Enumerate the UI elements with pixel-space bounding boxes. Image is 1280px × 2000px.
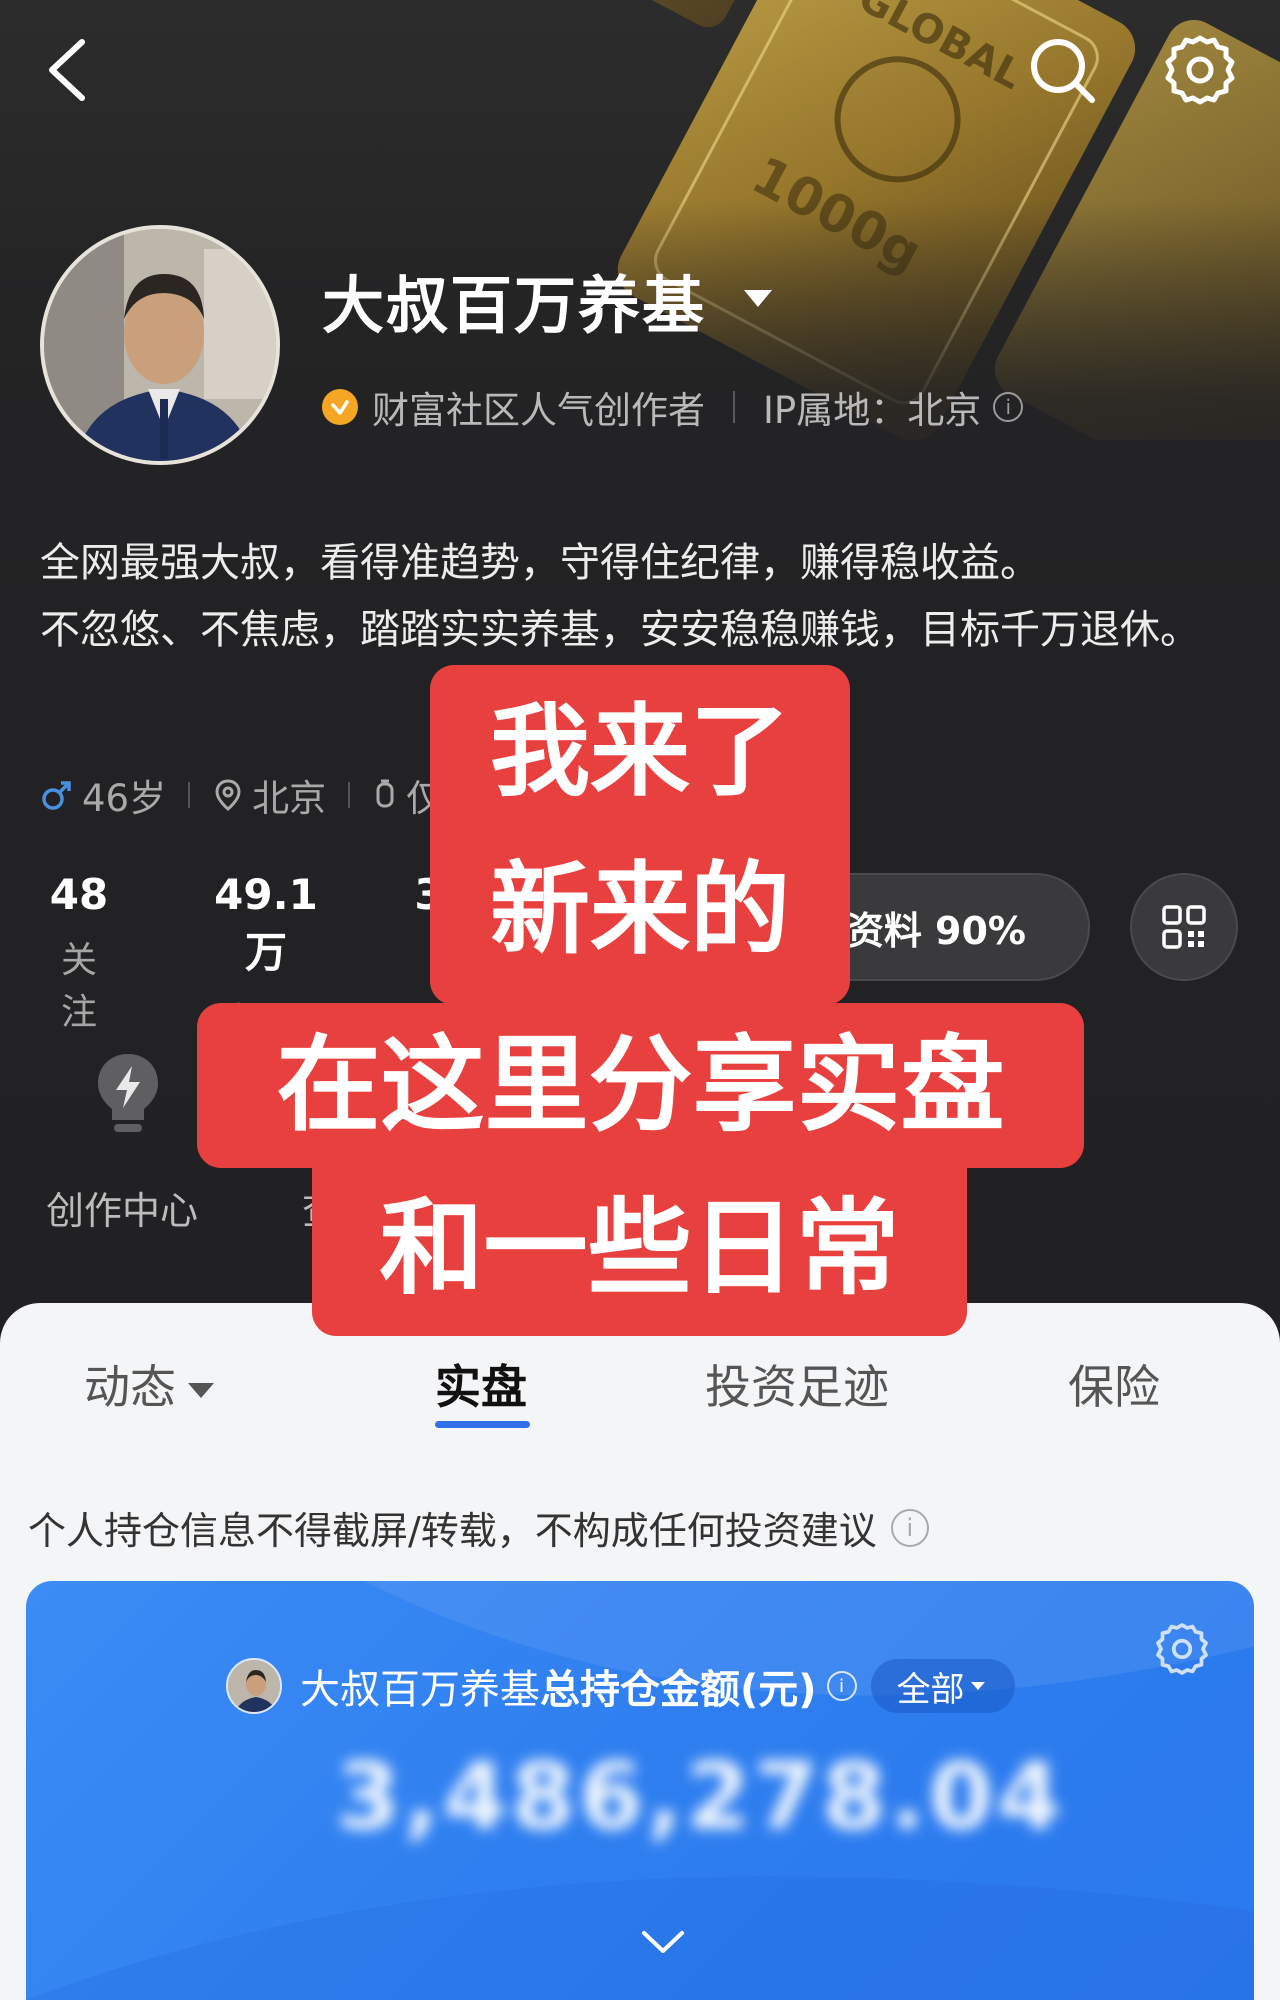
creator-badge-row: 财富社区人气创作者 IP属地：北京 i: [322, 385, 1024, 432]
city: 北京: [252, 777, 327, 820]
bio-line: 不忽悠、不焦虑，踏踏实实养基，安安稳稳赚钱，目标千万退休。: [40, 607, 1200, 653]
divider: [348, 782, 351, 808]
male-icon: [42, 781, 71, 810]
profile-meta-row: 46岁 北京 仅: [40, 770, 443, 820]
chevron-down-icon: [970, 1682, 985, 1690]
scope-selector[interactable]: 全部: [870, 1659, 1015, 1713]
tab-investment-footprint[interactable]: 投资足迹: [705, 1351, 889, 1417]
info-icon[interactable]: i: [890, 1508, 929, 1547]
holdings-title-row: 大叔百万养基 总持仓金额(元) i 全部: [226, 1656, 1015, 1716]
age: 46岁: [82, 777, 167, 820]
holdings-owner: 大叔百万养基: [300, 1667, 540, 1713]
disclaimer-text: 个人持仓信息不得截屏/转载，不构成任何投资建议: [28, 1509, 877, 1553]
followers-count: 49.1万: [214, 870, 318, 977]
active-tab-indicator: [435, 1421, 530, 1428]
content-sheet: 动态 实盘 投资足迹 保险 个人持仓信息不得截屏/转载，不构成任何投资建议 i …: [0, 1303, 1280, 2000]
qr-code-icon: [1162, 905, 1206, 949]
divider: [733, 391, 735, 423]
tab-label: 动态: [84, 1360, 176, 1414]
expand-chevron-icon[interactable]: [638, 1927, 688, 1957]
bio-line: 全网最强大叔，看得准趋势，守得住纪律，赚得稳收益。: [40, 540, 1040, 586]
following-label: 关注: [60, 940, 97, 1033]
card-settings-icon[interactable]: [1152, 1619, 1212, 1679]
tab-portfolio[interactable]: 实盘: [435, 1351, 527, 1417]
ip-location: IP属地：北京: [763, 389, 982, 432]
caption-line: 新来的: [490, 851, 790, 968]
settings-icon[interactable]: [1160, 30, 1240, 110]
lightbulb-icon[interactable]: [92, 1050, 164, 1136]
caption-line: 我来了: [490, 693, 790, 810]
creator-title: 财富社区人气创作者: [372, 389, 705, 432]
tab-dynamics[interactable]: 动态: [84, 1351, 214, 1417]
username[interactable]: 大叔百万养基: [322, 255, 706, 345]
scope-label: 全部: [896, 1669, 965, 1710]
info-icon[interactable]: i: [993, 392, 1024, 422]
bio: 全网最强大叔，看得准趋势，守得住纪律，赚得稳收益。 不忽悠、不焦虑，踏踏实实养基…: [40, 530, 1250, 664]
location-icon: [215, 779, 241, 811]
avatar[interactable]: [40, 225, 280, 465]
holdings-card[interactable]: 大叔百万养基 总持仓金额(元) i 全部 3,486,278.04: [26, 1581, 1254, 2000]
caption-line: 在这里分享实盘: [197, 1003, 1084, 1168]
disclaimer: 个人持仓信息不得截屏/转载，不构成任何投资建议 i: [28, 1500, 929, 1555]
back-icon[interactable]: [30, 30, 110, 110]
chevron-down-icon: [188, 1383, 214, 1398]
card-avatar: [226, 1658, 282, 1714]
following-stat[interactable]: 48 关注: [48, 870, 110, 1035]
qr-code-button[interactable]: [1130, 873, 1238, 981]
following-count: 48: [49, 870, 109, 919]
caption-block-top: 我来了 新来的: [430, 665, 850, 1005]
verified-icon: [322, 389, 358, 425]
info-icon[interactable]: i: [826, 1671, 857, 1701]
tab-insurance[interactable]: 保险: [1068, 1351, 1160, 1417]
caption-line: 和一些日常: [312, 1168, 967, 1336]
creator-center-label[interactable]: 创作中心: [46, 1180, 198, 1235]
holdings-title: 总持仓金额(元): [540, 1667, 817, 1713]
divider: [188, 782, 191, 808]
total-holdings-amount: 3,486,278.04: [336, 1743, 1065, 1850]
search-icon[interactable]: [1022, 30, 1102, 110]
username-dropdown-icon[interactable]: [744, 290, 772, 307]
avatar-portrait: [44, 229, 276, 461]
certificate-icon: [376, 779, 394, 808]
